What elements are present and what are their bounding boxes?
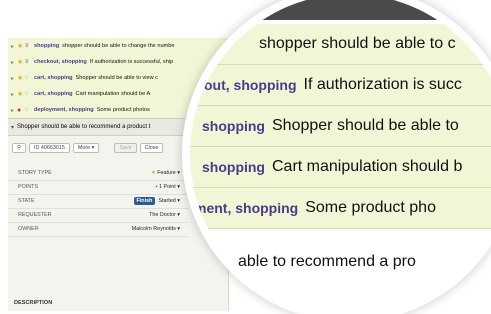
- feature-star-icon: ★: [17, 91, 24, 98]
- magnified-toolbar: [190, 0, 491, 20]
- expand-icon[interactable]: ▸: [8, 43, 17, 50]
- story-id-value: 40663015: [40, 145, 65, 151]
- magnified-story-row: shopper should be able to c: [190, 24, 491, 65]
- magnified-story-row: ment, shopping Some product pho: [190, 188, 491, 229]
- story-id-button[interactable]: ID 40663015: [28, 143, 70, 153]
- expand-icon[interactable]: ▸: [8, 91, 17, 98]
- feature-star-icon: ★: [150, 170, 156, 176]
- magnified-editor: able to recommend a pro: [190, 248, 491, 314]
- story-labels[interactable]: deployment, shopping: [34, 107, 94, 113]
- bug-icon: ●: [17, 106, 22, 114]
- story-title: If authorization is successful, ship: [89, 59, 174, 65]
- finish-button[interactable]: Finish: [133, 197, 156, 205]
- owner-field[interactable]: OWNER Malcolm Reynolds ▾: [8, 222, 188, 237]
- feature-star-icon: ★: [17, 43, 24, 50]
- story-toolbar: ⚲ ID 40663015 More ▾ Save Close: [12, 142, 164, 154]
- magnifier: shopper should be able to c out, shoppin…: [190, 0, 491, 314]
- story-title: shopper should be able to change the num…: [62, 43, 175, 49]
- story-title-input[interactable]: Shopper should be able to recommend a pr…: [17, 124, 150, 130]
- magnified-story-row: shopping Shopper should be able to: [190, 106, 491, 147]
- save-button[interactable]: Save: [114, 143, 137, 153]
- close-button[interactable]: Close: [139, 143, 164, 153]
- story-labels[interactable]: cart, shopping: [34, 75, 73, 81]
- feature-star-icon: ★: [17, 59, 24, 66]
- story-type-field[interactable]: STORY TYPE ★ Feature ▾: [8, 166, 188, 181]
- story-labels[interactable]: checkout, shopping: [34, 59, 87, 65]
- requester-field[interactable]: REQUESTER The Doctor ▾: [8, 208, 188, 223]
- magnified-story-row: shopping Cart manipulation should b: [190, 147, 491, 188]
- more-button[interactable]: More ▾: [72, 143, 100, 153]
- collapse-icon[interactable]: ▾: [8, 124, 17, 131]
- link-icon[interactable]: ⚲: [12, 143, 26, 153]
- story-labels[interactable]: shopping: [34, 43, 59, 49]
- expand-icon[interactable]: ▸: [8, 59, 17, 66]
- points-icon: ≡: [25, 43, 29, 49]
- comment-icon: ◌: [25, 75, 29, 81]
- points-icon: ▪: [155, 184, 158, 190]
- comment-icon: ◌: [25, 91, 29, 97]
- points-icon: ≡: [25, 59, 29, 65]
- feature-star-icon: ★: [17, 75, 24, 82]
- story-title: Shopper should be able to view c: [75, 75, 158, 81]
- description-label: DESCRIPTION: [14, 300, 53, 306]
- magnified-story-row: out, shopping If authorization is succ: [190, 65, 491, 106]
- story-title: Cart manipulation should be A: [75, 91, 151, 97]
- expand-icon[interactable]: ▸: [8, 75, 17, 82]
- state-field[interactable]: STATE Finish Started ▾: [8, 194, 188, 209]
- story-title: Some product photos: [96, 107, 150, 113]
- points-field[interactable]: POINTS ▪ 1 Point ▾: [8, 180, 188, 195]
- expand-icon[interactable]: ▸: [8, 107, 17, 114]
- story-labels[interactable]: cart, shopping: [34, 91, 73, 97]
- comment-icon: ◌: [25, 107, 29, 113]
